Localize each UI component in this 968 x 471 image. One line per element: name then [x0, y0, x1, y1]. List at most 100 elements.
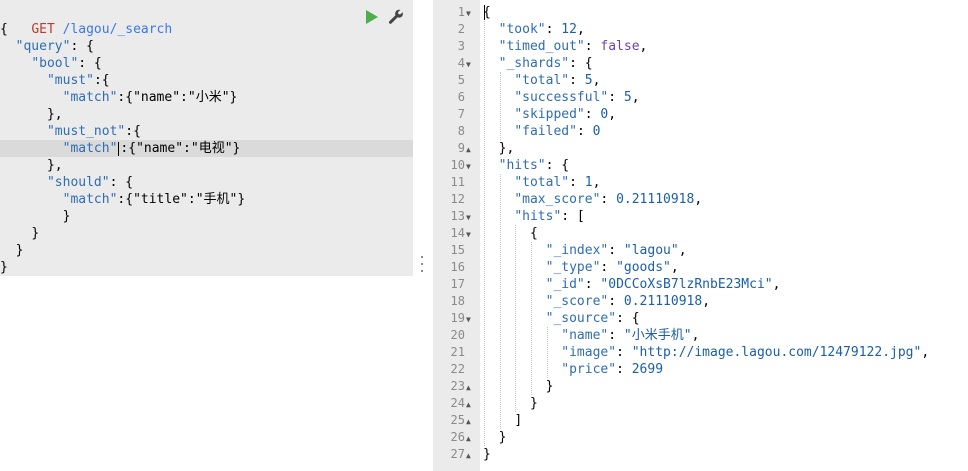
response-line[interactable]: "_source": { [483, 310, 640, 327]
json-punct: : [584, 39, 601, 54]
response-line[interactable]: "_shards": { [483, 55, 593, 72]
line-number: 12 [433, 191, 476, 208]
json-punct: }, [498, 141, 515, 156]
json-num: 0 [592, 124, 601, 139]
request-line[interactable]: "must":{ [0, 72, 413, 89]
fold-arrow-down-icon[interactable]: ▼ [466, 5, 476, 22]
request-line[interactable]: "match":{"name":"电视"} [0, 140, 413, 157]
json-punct: , [592, 73, 601, 88]
json-key: "name" [561, 328, 609, 343]
json-key: "_score" [545, 294, 609, 309]
json-key: "match" [62, 90, 118, 105]
request-line[interactable]: "match":{"title":"手机"} [0, 191, 413, 208]
line-number: 2 [433, 21, 476, 38]
json-punct: } [529, 396, 538, 411]
json-punct: } [0, 260, 8, 275]
fold-arrow-up-icon[interactable]: ▲ [466, 413, 476, 430]
request-line[interactable]: "query": { [0, 38, 413, 55]
response-line[interactable]: "name": "小米手机", [483, 327, 699, 344]
request-line[interactable]: "must_not":{ [0, 123, 413, 140]
response-line[interactable]: "hits": { [483, 157, 569, 174]
request-line[interactable]: GET /lagou/_search [0, 4, 413, 37]
response-line[interactable]: "total": 5, [483, 72, 600, 89]
panel-resizer[interactable] [413, 0, 433, 471]
response-panel[interactable]: 1▼ 2 3 4▼ 5 6 7 8 9▲ 10▼ 11 12 13▼ 14▼ 15 16 1… [433, 0, 968, 471]
json-key: "price" [561, 362, 617, 377]
response-line[interactable]: "failed": 0 [483, 123, 600, 140]
fold-arrow-down-icon[interactable]: ▼ [466, 56, 476, 73]
response-line[interactable]: "image": "http://image.lagou.com/1247912… [483, 344, 929, 361]
response-line[interactable]: "max_score": 0.21110918, [483, 191, 702, 208]
request-line[interactable]: { [0, 21, 413, 38]
request-line[interactable]: } [0, 225, 413, 242]
json-punct: : { [78, 56, 102, 71]
fold-arrow-down-icon[interactable]: ▼ [466, 158, 476, 175]
response-line[interactable]: ] [483, 412, 522, 429]
json-key: "_shards" [498, 56, 570, 71]
request-line[interactable]: "match":{"name":"小米"} [0, 89, 413, 106]
json-punct: , [608, 107, 617, 122]
fold-arrow-up-icon[interactable]: ▲ [466, 379, 476, 396]
response-line[interactable]: "total": 1, [483, 174, 600, 191]
fold-arrow-down-icon[interactable]: ▼ [466, 311, 476, 328]
wrench-icon[interactable] [388, 9, 404, 25]
response-line[interactable]: "_type": "goods", [483, 259, 679, 276]
fold-arrow-down-icon[interactable]: ▼ [466, 226, 476, 243]
json-key: "must_not" [46, 124, 126, 139]
response-line[interactable]: } [483, 378, 554, 395]
request-line[interactable]: "bool": { [0, 55, 413, 72]
response-line[interactable]: "successful": 5, [483, 89, 640, 106]
fold-arrow-up-icon[interactable]: ▲ [466, 396, 476, 413]
response-line[interactable]: } [483, 395, 538, 412]
request-line[interactable]: } [0, 259, 413, 276]
line-number: 22 [433, 361, 476, 378]
fold-arrow-up-icon[interactable]: ▲ [466, 430, 476, 447]
json-num: 5 [623, 90, 632, 105]
json-punct: : [569, 175, 585, 190]
fold-arrow-down-icon[interactable]: ▼ [466, 209, 476, 226]
response-line[interactable]: } [483, 429, 507, 446]
response-line[interactable]: "_id": "0DCCoXsB7lzRnbE23Mci", [483, 276, 781, 293]
json-punct: , [631, 90, 640, 105]
drag-handle-icon [420, 256, 424, 272]
json-str: "lagou" [623, 243, 679, 258]
json-punct: : [ [561, 209, 585, 224]
response-line[interactable]: { [483, 225, 538, 242]
response-line[interactable]: }, [483, 140, 515, 157]
json-punct: :{"name":"电视"} [120, 141, 241, 156]
json-key: "bool" [31, 56, 79, 71]
json-punct: } [498, 430, 507, 445]
response-line[interactable]: "_score": 0.21110918, [483, 293, 710, 310]
response-line[interactable]: "took": 12, [483, 21, 585, 38]
response-line[interactable]: } [483, 446, 491, 463]
line-number-gutter: 1▼ 2 3 4▼ 5 6 7 8 9▲ 10▼ 11 12 13▼ 14▼ 15 16 1… [433, 0, 480, 471]
json-punct: : [569, 73, 585, 88]
response-line[interactable]: "skipped": 0, [483, 106, 616, 123]
json-punct: : [608, 294, 624, 309]
json-str: "0DCCoXsB7lzRnbE23Mci" [600, 277, 773, 292]
response-line[interactable]: "hits": [ [483, 208, 585, 225]
request-line[interactable]: } [0, 242, 413, 259]
json-key: "timed_out" [498, 39, 585, 54]
response-line[interactable]: "_index": "lagou", [483, 242, 687, 259]
line-number: 6 [433, 89, 476, 106]
fold-arrow-up-icon[interactable]: ▲ [466, 447, 476, 464]
response-line[interactable]: "price": 2699 [483, 361, 663, 378]
line-number: 1▼ [433, 4, 476, 21]
request-line[interactable]: }, [0, 106, 413, 123]
request-line[interactable]: } [0, 208, 413, 225]
json-punct: : [608, 90, 624, 105]
request-editor[interactable]: GET /lagou/_search { "query": { "bool": … [0, 0, 413, 276]
request-line[interactable]: "should": { [0, 174, 413, 191]
response-line[interactable]: "timed_out": false, [483, 38, 648, 55]
play-icon[interactable] [366, 10, 378, 24]
fold-arrow-up-icon[interactable]: ▲ [466, 141, 476, 158]
request-line[interactable]: }, [0, 157, 413, 174]
line-number: 13▼ [433, 208, 476, 225]
json-key: "successful" [514, 90, 609, 105]
